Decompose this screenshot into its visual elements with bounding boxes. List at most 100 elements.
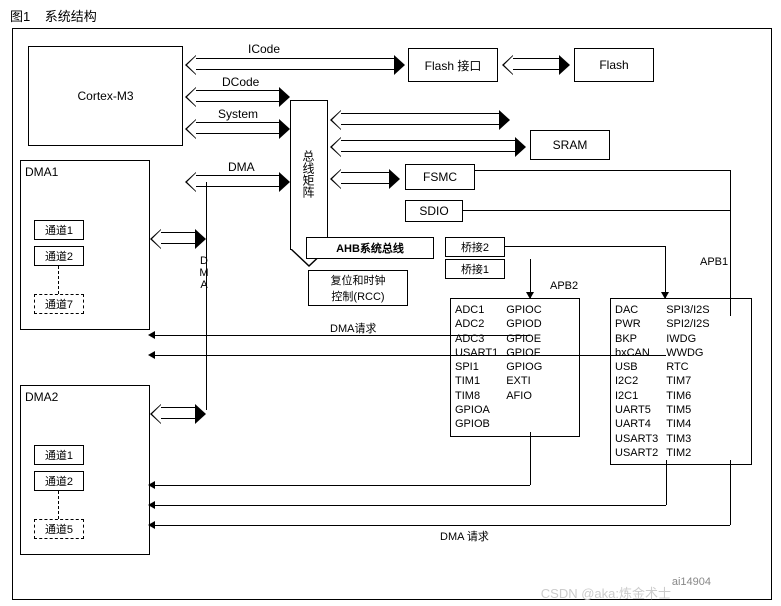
dma1-dots [58,266,59,294]
peripheral-exti: EXTI [506,374,542,388]
flash-arrow [512,58,560,70]
peripheral-iwdg: IWDG [666,332,709,346]
dma2-ch2: 通道2 [34,471,84,491]
dma2-req-ah1-icon [148,481,155,489]
apb1-to-dma-v2 [730,460,731,525]
apb2-label: APB2 [550,280,578,292]
peripheral-spi2/i2s: SPI2/I2S [666,317,709,331]
dma2-req-ah2-icon [148,501,155,509]
peripheral-gpioa: GPIOA [455,403,498,417]
peripheral-gpioe: GPIOE [506,332,542,346]
peripheral-tim4: TIM4 [666,417,709,431]
dma-bus-label: DMA [228,160,255,174]
icode-arrow [195,58,395,70]
dma2-req-line3 [150,525,730,526]
system-label: System [218,107,258,121]
dcode-arrow [195,90,280,102]
peripheral-gpiof: GPIOF [506,346,542,360]
dma1-out-arrow [160,232,196,244]
fsmc-top-h [475,170,730,171]
dma1-req-arrow-icon [148,331,155,339]
peripheral-uart5: UART5 [615,403,658,417]
peripheral-usart1: USART1 [455,346,498,360]
apb2-list: ADC1ADC2ADC3USART1SPI1TIM1TIM8GPIOAGPIOB… [450,298,580,437]
dma2-req-line1 [150,485,530,486]
peripheral-bkp: BKP [615,332,658,346]
dma2-out-arrow [160,407,196,419]
peripheral-adc1: ADC1 [455,303,498,317]
cortex-m3-block: Cortex-M3 [28,46,183,146]
peripheral-tim7: TIM7 [666,374,709,388]
sram-block: SRAM [530,130,610,160]
peripheral-dac: DAC [615,303,658,317]
peripheral-i2c2: I2C2 [615,374,658,388]
apb1-to-dma-v1 [666,460,667,505]
apb2-to-dma-v [530,432,531,485]
rcc-block: 复位和时钟 控制(RCC) [308,270,408,306]
sdio-fsmc-line [730,170,731,316]
apb1-label: APB1 [700,256,728,268]
peripheral-tim6: TIM6 [666,389,709,403]
peripheral-gpiog: GPIOG [506,360,542,374]
apb1-list: DACPWRBKPbxCANUSBI2C2I2C1UART5UART4USART… [610,298,752,465]
dma1-ch1: 通道1 [34,220,84,240]
dma-vline [206,182,207,410]
peripheral-gpiod: GPIOD [506,317,542,331]
dma1-ch7: 通道7 [34,294,84,314]
peripheral-afio: AFIO [506,389,542,403]
figure-title: 图1 系统结构 [10,6,97,25]
bridge2-block: 桥接2 [445,237,505,257]
apb1-conn-arrow-icon [661,292,669,299]
peripheral-tim8: TIM8 [455,389,498,403]
flash-if-block: Flash 接口 [408,48,498,82]
dma-vert-label: DMA [198,255,210,291]
peripheral-uart4: UART4 [615,417,658,431]
peripheral-usb: USB [615,360,658,374]
dma1-req-line2 [150,355,666,356]
peripheral-adc2: ADC2 [455,317,498,331]
dma2-req-ah3-icon [148,521,155,529]
icode-label: ICode [248,42,280,56]
dma1-req-label: DMA请求 [330,320,376,336]
peripheral-spi1: SPI1 [455,360,498,374]
watermark: CSDN @aka:炼金术士 [541,583,671,602]
sdio-block: SDIO [405,200,463,222]
peripheral-usart3: USART3 [615,432,658,446]
peripheral-i2c1: I2C1 [615,389,658,403]
peripheral-tim2: TIM2 [666,446,709,460]
peripheral-gpioc: GPIOC [506,303,542,317]
peripheral-tim3: TIM3 [666,432,709,446]
peripheral-tim5: TIM5 [666,403,709,417]
peripheral-tim1: TIM1 [455,374,498,388]
apb1-conn-h [505,246,665,247]
peripheral-rtc: RTC [666,360,709,374]
dma2-req-label: DMA 请求 [440,528,489,544]
peripheral-bxcan: bxCAN [615,346,658,360]
peripheral-usart2: USART2 [615,446,658,460]
busmatrix-out1 [340,113,500,125]
dma2-dots [58,491,59,519]
watermark-id: ai14904 [672,576,711,588]
peripheral-pwr: PWR [615,317,658,331]
apb2-conn-arrow-icon [526,292,534,299]
dma2-ch5: 通道5 [34,519,84,539]
sram-arrow [340,140,516,152]
dma2-ch1: 通道1 [34,445,84,465]
dma1-req2-arrow-icon [148,351,155,359]
peripheral-gpiob: GPIOB [455,417,498,431]
fsmc-block: FSMC [405,164,475,190]
fsmc-arrow [340,172,390,184]
flash-block: Flash [574,48,654,82]
dma-bus-arrow [195,175,280,187]
dma1-ch2: 通道2 [34,246,84,266]
dma2-req-line2 [150,505,666,506]
peripheral-adc3: ADC3 [455,332,498,346]
system-arrow [195,122,280,134]
peripheral-wwdg: WWDG [666,346,709,360]
ahb-block: AHB系统总线 [306,237,434,259]
peripheral-spi3/i2s: SPI3/I2S [666,303,709,317]
bus-matrix-label: 总线矩阵 [300,150,317,198]
apb1-conn-v [665,246,666,298]
bridge1-block: 桥接1 [445,259,505,279]
sdio-top-h [463,210,730,211]
